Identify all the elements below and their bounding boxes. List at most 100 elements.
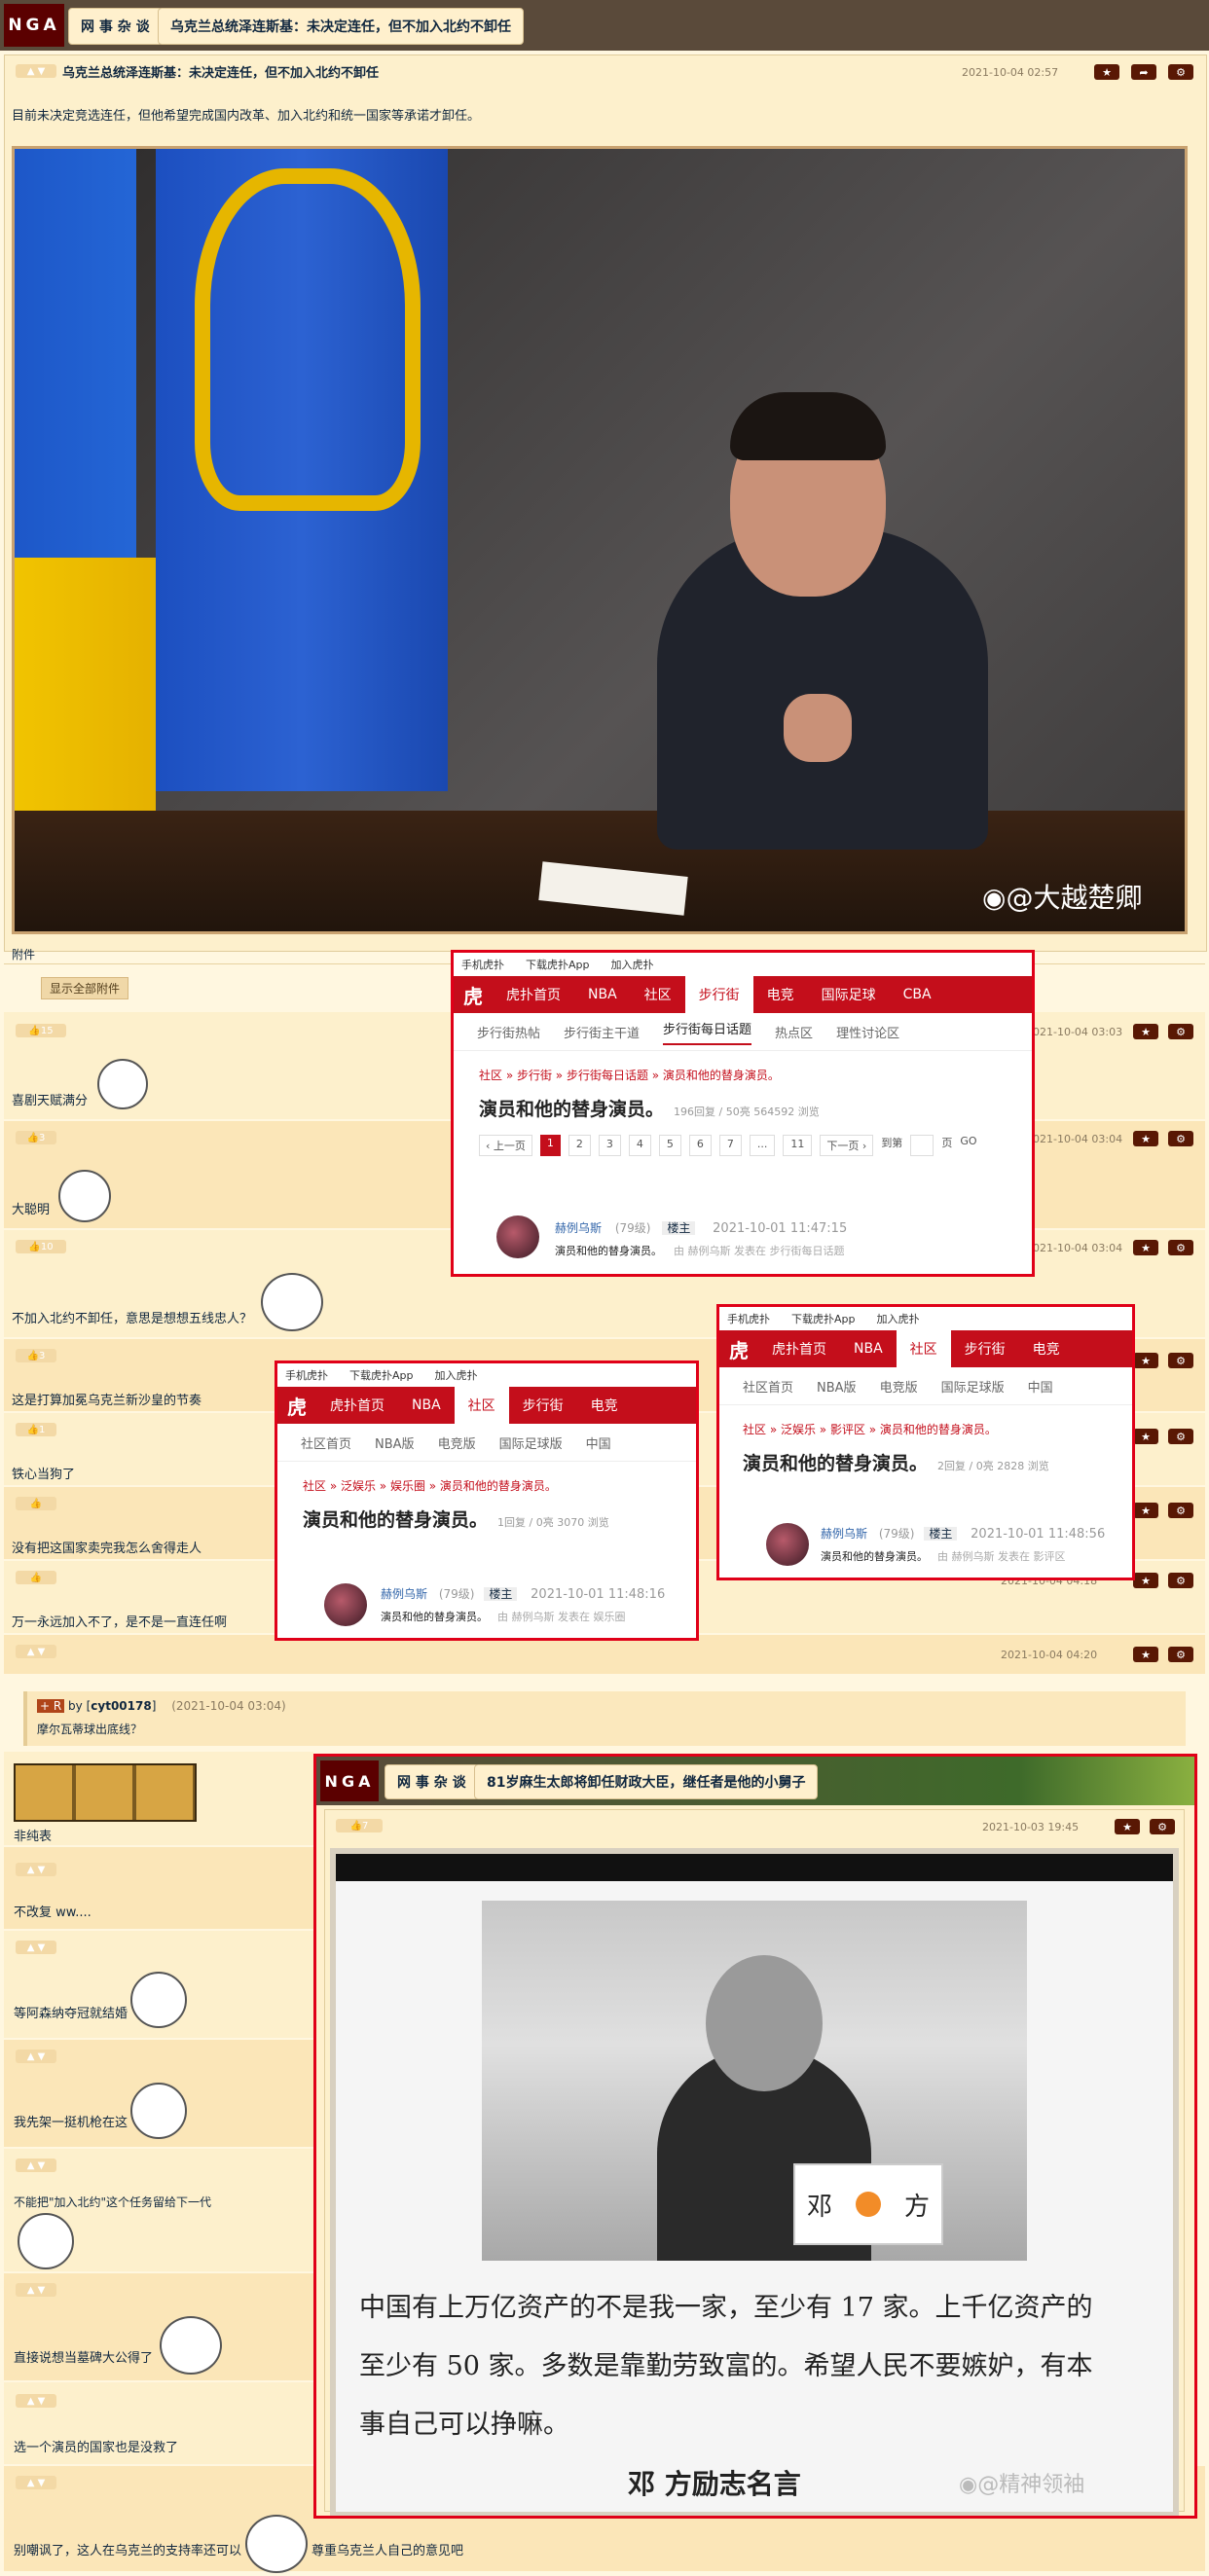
hupu-breadcrumb[interactable]: 社区 » 泛娱乐 » 娱乐圈 » 演员和他的替身演员。 bbox=[277, 1477, 696, 1494]
gear-icon[interactable]: ⚙ bbox=[1168, 1573, 1193, 1588]
page-5[interactable]: 5 bbox=[658, 1135, 681, 1156]
gear-icon[interactable]: ⚙ bbox=[1168, 64, 1193, 80]
nga-logo[interactable]: NGA bbox=[4, 4, 64, 47]
like-button[interactable]: ▲ ▼ bbox=[16, 2050, 56, 2063]
nav-nba[interactable]: NBA bbox=[398, 1397, 455, 1413]
like-button[interactable]: ▲ ▼ bbox=[16, 1863, 56, 1876]
avatar[interactable] bbox=[496, 1215, 539, 1258]
sub-tab[interactable]: 中国 bbox=[1028, 1377, 1053, 1396]
nav-cba[interactable]: CBA bbox=[890, 987, 945, 1002]
go-button[interactable]: GO bbox=[960, 1135, 976, 1156]
like-button[interactable]: 👍 bbox=[16, 1497, 56, 1510]
star-icon[interactable]: ★ bbox=[1133, 1131, 1158, 1146]
nga2-logo[interactable]: NGA bbox=[320, 1760, 379, 1801]
hupu-screenshot-1[interactable]: 手机虎扑 下载虎扑App 加入虎扑 虎 虎扑首页 NBA 社区 步行街 电竞 国际足… bbox=[451, 950, 1035, 1277]
sub-tab-active[interactable]: 步行街每日话题 bbox=[663, 1019, 752, 1045]
star-icon[interactable]: ★ bbox=[1133, 1240, 1158, 1255]
sub-tab[interactable]: NBA版 bbox=[375, 1433, 415, 1452]
gear-icon[interactable]: ⚙ bbox=[1168, 1503, 1193, 1518]
page-1[interactable]: 1 bbox=[539, 1135, 561, 1156]
star-icon[interactable]: ★ bbox=[1094, 64, 1119, 80]
like-button[interactable]: 👍 10 bbox=[16, 1240, 66, 1253]
page-3[interactable]: 3 bbox=[598, 1135, 621, 1156]
sub-tab[interactable]: 社区首页 bbox=[301, 1433, 351, 1452]
nga2-breadcrumb-forum[interactable]: 网 事 杂 谈 bbox=[385, 1764, 479, 1799]
nav-home[interactable]: 虎扑首页 bbox=[758, 1339, 840, 1359]
nav-esports[interactable]: 电竞 bbox=[577, 1396, 632, 1415]
post-image[interactable]: ◉@大越楚卿 bbox=[12, 146, 1188, 934]
sub-tab[interactable]: 步行街主干道 bbox=[564, 1023, 640, 1041]
page-2[interactable]: 2 bbox=[568, 1135, 591, 1156]
hupu-screenshot-3[interactable]: 手机虎扑 下载虎扑App 加入虎扑 虎 虎扑首页 NBA 社区 步行街 电竞 社区首… bbox=[275, 1361, 699, 1641]
sub-tab[interactable]: 国际足球版 bbox=[499, 1433, 563, 1452]
sub-tab[interactable]: 电竞版 bbox=[880, 1377, 918, 1396]
nav-bxj[interactable]: 步行街 bbox=[509, 1396, 577, 1415]
sub-tab[interactable]: 电竞版 bbox=[438, 1433, 476, 1452]
avatar[interactable] bbox=[324, 1583, 367, 1626]
gear-icon[interactable]: ⚙ bbox=[1150, 1819, 1175, 1834]
page-input[interactable] bbox=[910, 1135, 934, 1156]
like-button[interactable]: 👍 1 bbox=[16, 1423, 56, 1436]
gear-icon[interactable]: ⚙ bbox=[1168, 1024, 1193, 1039]
sub-tab[interactable]: 理性讨论区 bbox=[836, 1023, 899, 1041]
page-6[interactable]: 6 bbox=[688, 1135, 712, 1156]
hupu-logo-icon[interactable]: 虎 bbox=[719, 1335, 758, 1363]
quote-user[interactable]: cyt00178 bbox=[91, 1699, 151, 1713]
nav-soccer[interactable]: 国际足球 bbox=[808, 985, 890, 1004]
post-vote-button[interactable]: ▲ ▼ bbox=[16, 64, 56, 78]
like-button[interactable]: ▲ ▼ bbox=[16, 2159, 56, 2172]
share-icon[interactable]: ➦ bbox=[1131, 64, 1156, 80]
nav-bxj[interactable]: 步行街 bbox=[951, 1339, 1019, 1359]
like-button[interactable]: 👍 3 bbox=[16, 1349, 56, 1362]
nga-screenshot-2[interactable]: NGA 网 事 杂 谈 81岁麻生太郎将卸任财政大臣，继任者是他的小舅子 👍 7 … bbox=[313, 1754, 1197, 2519]
avatar[interactable] bbox=[766, 1523, 809, 1566]
star-icon[interactable]: ★ bbox=[1133, 1353, 1158, 1368]
author-name[interactable]: 赫例乌斯 bbox=[381, 1587, 427, 1601]
star-icon[interactable]: ★ bbox=[1133, 1429, 1158, 1444]
like-button[interactable]: 👍 7 bbox=[336, 1819, 383, 1832]
nga2-image[interactable]: 邓方 中国有上万亿资产的不是我一家，至少有 17 家。上千亿资产的 至少有 50… bbox=[330, 1848, 1179, 2516]
nav-nba[interactable]: NBA bbox=[574, 987, 631, 1002]
gear-icon[interactable]: ⚙ bbox=[1168, 1353, 1193, 1368]
nav-esports[interactable]: 电竞 bbox=[1019, 1339, 1074, 1359]
hupu-breadcrumb[interactable]: 社区 » 泛娱乐 » 影评区 » 演员和他的替身演员。 bbox=[719, 1421, 1132, 1437]
nav-nba[interactable]: NBA bbox=[840, 1341, 897, 1357]
hupu-breadcrumb[interactable]: 社区 » 步行街 » 步行街每日话题 » 演员和他的替身演员。 bbox=[454, 1067, 1032, 1083]
sub-tab[interactable]: 社区首页 bbox=[743, 1377, 793, 1396]
hupu-screenshot-2[interactable]: 手机虎扑 下载虎扑App 加入虎扑 虎 虎扑首页 NBA 社区 步行街 电竞 社区首… bbox=[716, 1304, 1135, 1580]
breadcrumb-thread-title[interactable]: 乌克兰总统泽连斯基：未决定连任，但不加入北约不卸任 bbox=[158, 8, 524, 45]
sub-tab[interactable]: NBA版 bbox=[817, 1377, 857, 1396]
author-name[interactable]: 赫例乌斯 bbox=[555, 1221, 602, 1235]
sub-tab[interactable]: 热点区 bbox=[775, 1023, 813, 1041]
show-attachments-button[interactable]: 显示全部附件 bbox=[41, 977, 129, 999]
sub-tab[interactable]: 国际足球版 bbox=[941, 1377, 1005, 1396]
like-button[interactable]: ▲ ▼ bbox=[16, 2394, 56, 2408]
like-button[interactable]: 👍 15 bbox=[16, 1024, 66, 1037]
star-icon[interactable]: ★ bbox=[1115, 1819, 1140, 1834]
gear-icon[interactable]: ⚙ bbox=[1168, 1429, 1193, 1444]
like-button[interactable]: ▲ ▼ bbox=[16, 2283, 56, 2297]
nav-community[interactable]: 社区 bbox=[631, 985, 685, 1004]
nav-community[interactable]: 社区 bbox=[454, 1387, 509, 1424]
nav-bxj[interactable]: 步行街 bbox=[684, 976, 753, 1013]
like-button[interactable]: ▲ ▼ bbox=[16, 1941, 56, 1954]
page-7[interactable]: 7 bbox=[718, 1135, 742, 1156]
nav-home[interactable]: 虎扑首页 bbox=[493, 985, 574, 1004]
hupu-logo-icon[interactable]: 虎 bbox=[454, 981, 493, 1009]
like-button[interactable]: 👍 3 bbox=[16, 1131, 56, 1144]
gear-icon[interactable]: ⚙ bbox=[1168, 1131, 1193, 1146]
like-button[interactable]: ▲ ▼ bbox=[16, 1645, 56, 1658]
like-button[interactable]: 👍 bbox=[16, 1571, 56, 1584]
star-icon[interactable]: ★ bbox=[1133, 1024, 1158, 1039]
like-button[interactable]: ▲ ▼ bbox=[16, 2476, 56, 2489]
star-icon[interactable]: ★ bbox=[1133, 1647, 1158, 1662]
sub-tab[interactable]: 中国 bbox=[586, 1433, 611, 1452]
star-icon[interactable]: ★ bbox=[1133, 1573, 1158, 1588]
sub-tab[interactable]: 步行街热帖 bbox=[477, 1023, 540, 1041]
breadcrumb-forum[interactable]: 网 事 杂 谈 bbox=[68, 8, 163, 45]
author-name[interactable]: 赫例乌斯 bbox=[821, 1527, 867, 1541]
nav-community[interactable]: 社区 bbox=[896, 1330, 951, 1367]
prev-page[interactable]: ‹ 上一页 bbox=[479, 1135, 532, 1156]
star-icon[interactable]: ★ bbox=[1133, 1503, 1158, 1518]
hupu-logo-icon[interactable]: 虎 bbox=[277, 1392, 316, 1420]
